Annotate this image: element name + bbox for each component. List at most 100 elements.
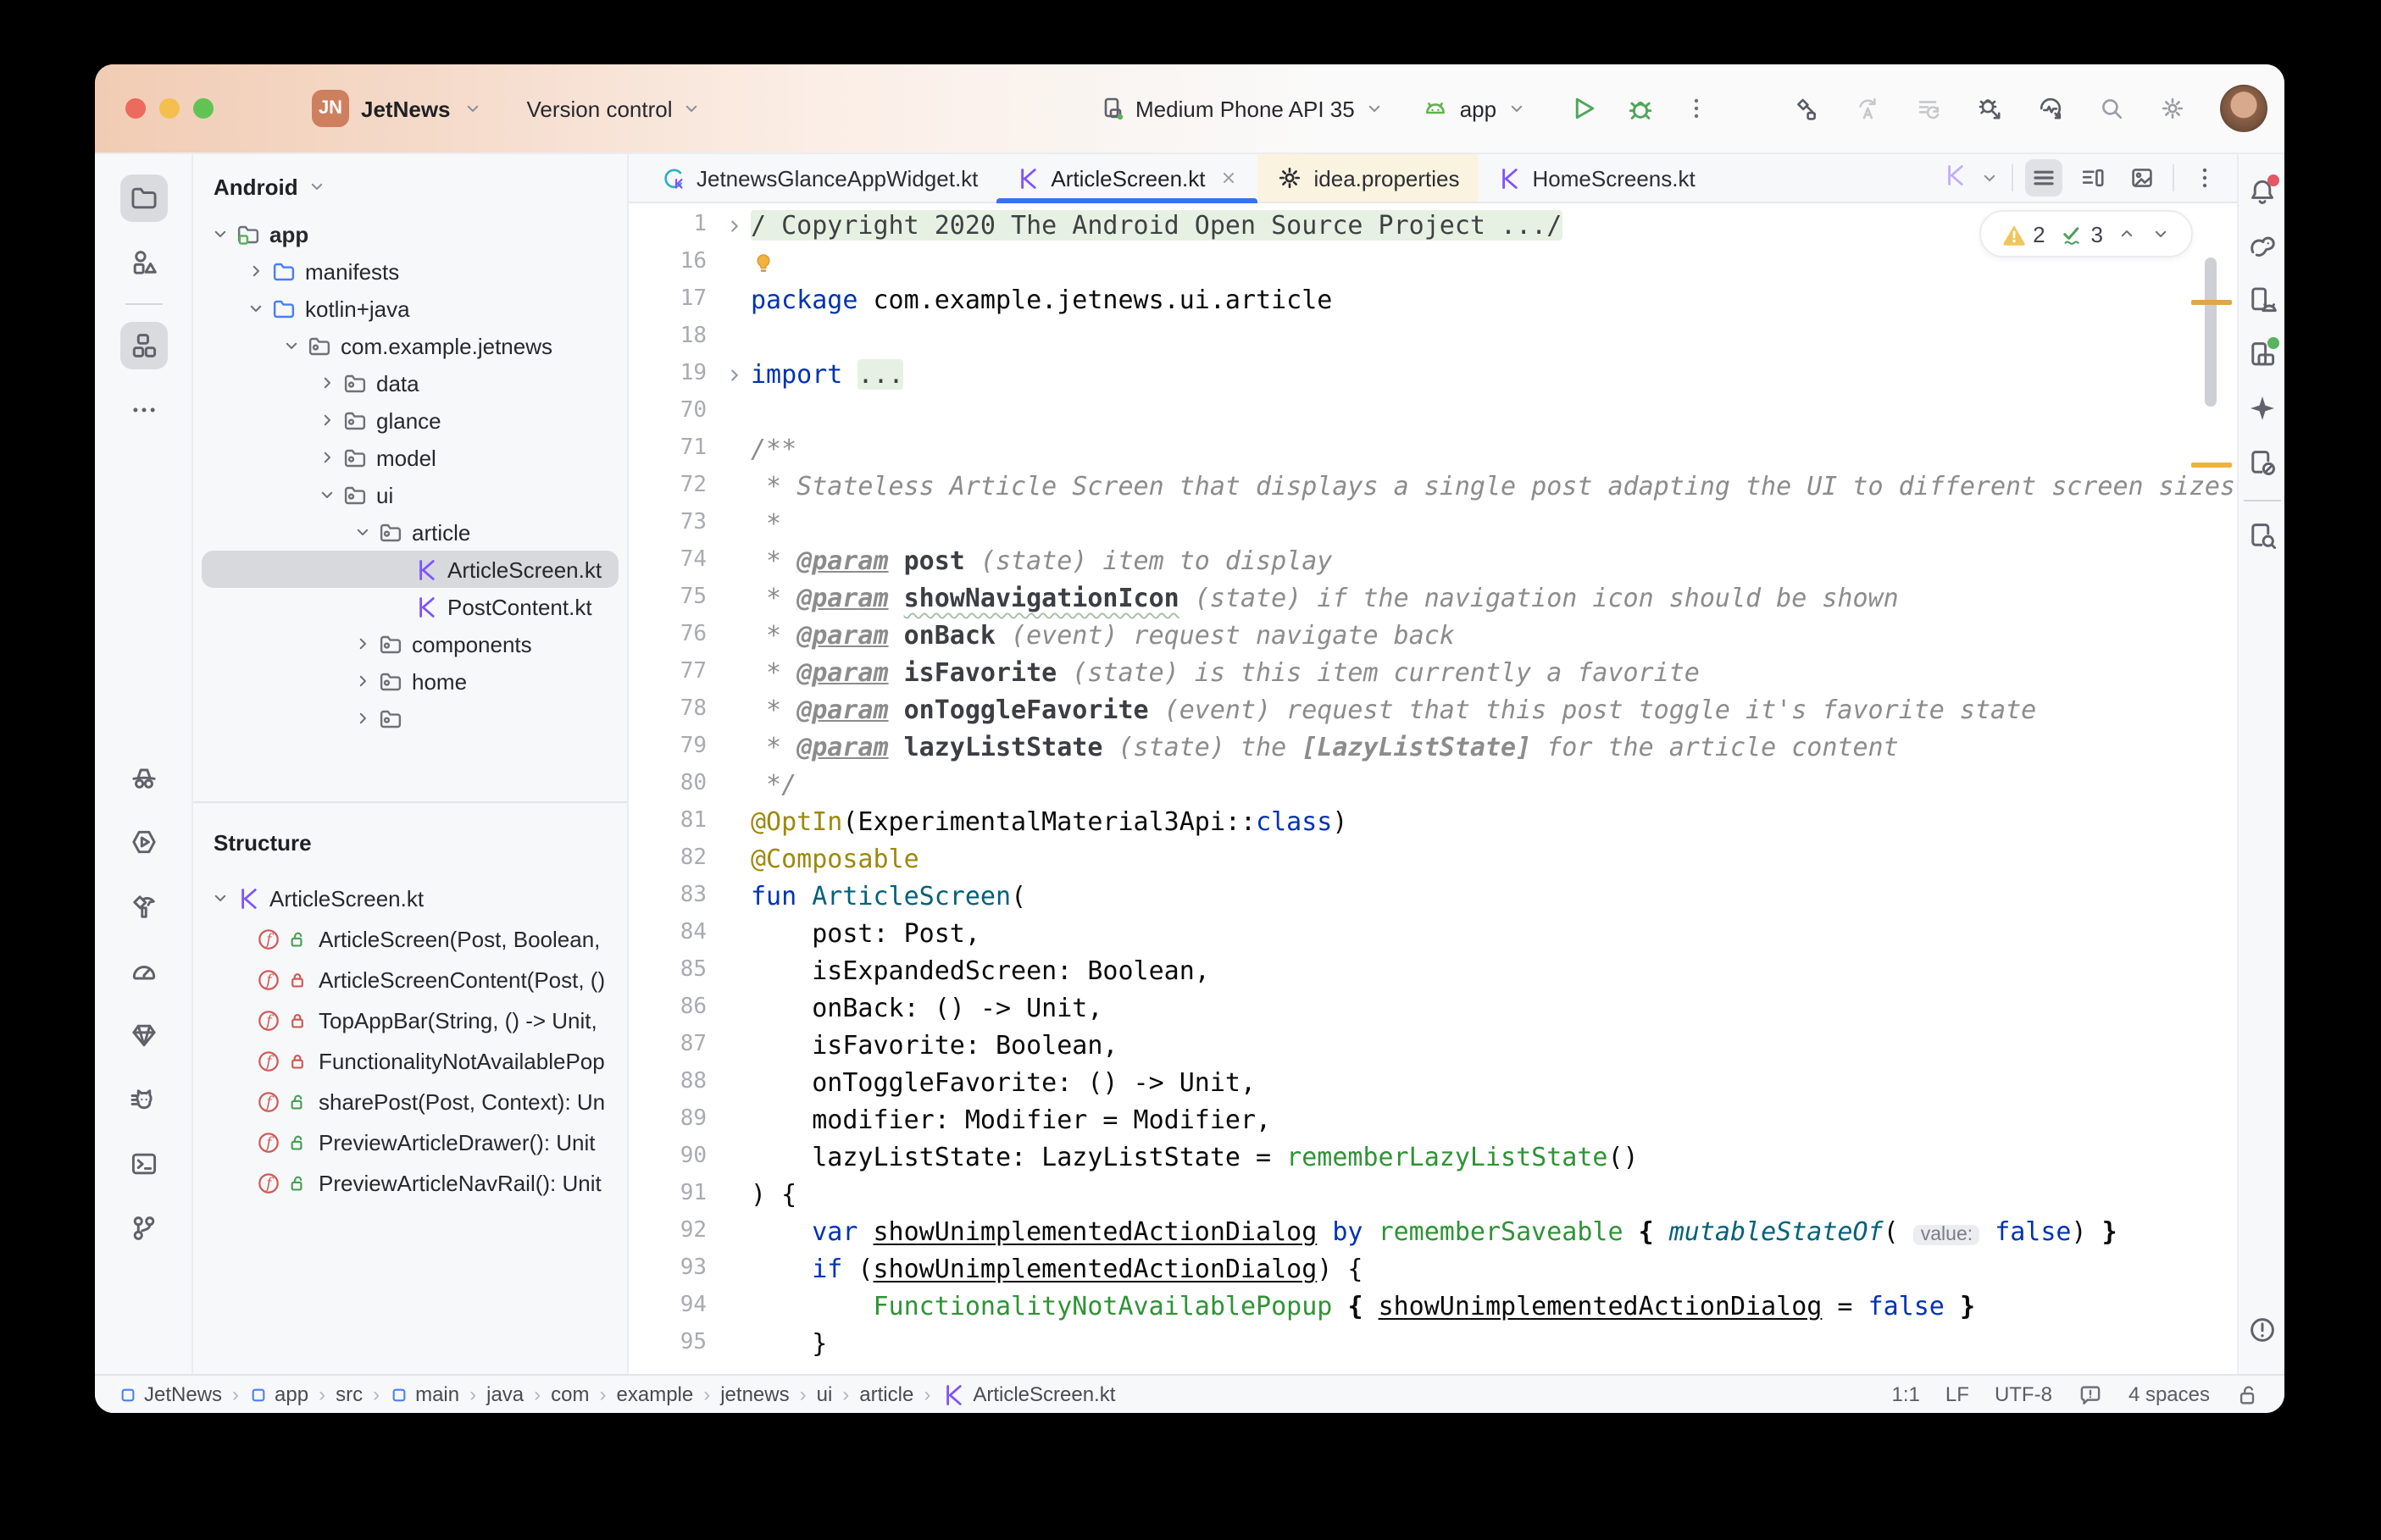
tree-item-data[interactable]: data xyxy=(202,364,619,402)
breadcrumb-item[interactable]: article xyxy=(859,1382,913,1406)
chevron-right-icon[interactable] xyxy=(242,261,269,281)
breadcrumb-item[interactable]: example xyxy=(617,1382,694,1406)
code-line[interactable]: 94 FunctionalityNotAvailablePopup { show… xyxy=(629,1288,2237,1325)
tree-item-kotlin-java[interactable]: kotlin+java xyxy=(202,290,619,327)
fold-chevron-icon[interactable] xyxy=(724,365,743,384)
tab-list-dropdown[interactable] xyxy=(1979,168,2000,188)
tree-item-com-example-jetnews[interactable]: com.example.jetnews xyxy=(202,327,619,364)
editor-more-button[interactable] xyxy=(2186,159,2223,197)
device-search-button[interactable] xyxy=(2241,515,2282,556)
device-selector[interactable]: Medium Phone API 35 xyxy=(1098,95,1385,122)
code-line[interactable]: 92 var showUnimplementedActionDialog by … xyxy=(629,1213,2237,1250)
view-design-button[interactable] xyxy=(2123,159,2161,197)
code-line[interactable]: 82 @Composable xyxy=(629,840,2237,878)
code-line[interactable]: 95 } xyxy=(629,1325,2237,1362)
notification-bubble-icon[interactable] xyxy=(2078,1382,2103,1407)
tree-item-model[interactable]: model xyxy=(202,439,619,476)
settings-gear-icon[interactable] xyxy=(2159,95,2186,122)
search-icon[interactable] xyxy=(2098,95,2125,122)
code-line[interactable]: 93 if (showUnimplementedActionDialog) { xyxy=(629,1250,2237,1288)
code-line[interactable]: 90 lazyListState: LazyListState = rememb… xyxy=(629,1138,2237,1176)
tab-jetnewsglanceappwidget-kt[interactable]: JetnewsGlanceAppWidget.kt xyxy=(642,154,996,202)
structure-item[interactable]: f sharePost(Post, Context): Un xyxy=(193,1081,627,1122)
code-line[interactable]: 17 package com.example.jetnews.ui.articl… xyxy=(629,281,2237,319)
gradle-button[interactable] xyxy=(2241,225,2282,266)
list-sync-icon[interactable] xyxy=(1915,95,1942,122)
code-line[interactable]: 74 * @param post (state) item to display xyxy=(629,542,2237,579)
attach-debugger-icon[interactable] xyxy=(1976,95,2003,122)
code-line[interactable]: 85 isExpandedScreen: Boolean, xyxy=(629,952,2237,989)
view-split-button[interactable] xyxy=(2074,159,2112,197)
tree-item-components[interactable]: components xyxy=(202,625,619,662)
debug-button[interactable] xyxy=(1625,93,1656,124)
redo-action-icon[interactable] xyxy=(1854,95,1881,122)
code-line[interactable]: 19 import ... xyxy=(629,356,2237,393)
tab-articlescreen-kt[interactable]: ArticleScreen.kt xyxy=(996,154,1257,202)
hexagon-play-button[interactable] xyxy=(119,818,167,866)
close-window-button[interactable] xyxy=(125,98,146,119)
chevron-down-icon[interactable] xyxy=(278,335,305,356)
code-line[interactable]: 72 * Stateless Article Screen that displ… xyxy=(629,468,2237,505)
inspection-widget[interactable]: 2 3 xyxy=(1979,210,2193,258)
structure-item[interactable]: f ArticleScreen(Post, Boolean, xyxy=(193,918,627,959)
tree-item-home[interactable]: home xyxy=(202,662,619,700)
caret-position[interactable]: 1:1 xyxy=(1892,1382,1920,1406)
breadcrumb-item[interactable]: JetNews xyxy=(119,1382,222,1406)
code-line[interactable]: 76 * @param onBack (event) request navig… xyxy=(629,617,2237,654)
prev-problem-button[interactable] xyxy=(2117,224,2137,244)
structure-item[interactable]: f PreviewArticleNavRail(): Unit xyxy=(193,1162,627,1203)
device-manager-button[interactable] xyxy=(2241,280,2282,320)
indent-setting[interactable]: 4 spaces xyxy=(2128,1382,2210,1406)
breadcrumb-item[interactable]: app xyxy=(249,1382,308,1406)
chevron-right-icon[interactable] xyxy=(314,373,341,393)
running-devices-button[interactable] xyxy=(2241,334,2282,374)
chevron-right-icon[interactable] xyxy=(349,634,376,654)
tree-item-app[interactable]: app xyxy=(202,215,619,252)
notifications-bell-button[interactable] xyxy=(2241,171,2282,212)
chevron-down-icon[interactable] xyxy=(207,888,234,908)
code-line[interactable]: 77 * @param isFavorite (state) is this i… xyxy=(629,654,2237,691)
code-line[interactable]: 79 * @param lazyListState (state) the [L… xyxy=(629,728,2237,766)
code-line[interactable]: 18 xyxy=(629,319,2237,356)
tab-idea-properties[interactable]: idea.properties xyxy=(1258,154,1479,202)
view-code-button[interactable] xyxy=(2025,159,2062,197)
resource-manager-button[interactable] xyxy=(119,239,167,286)
gem-button[interactable] xyxy=(119,1011,167,1059)
breadcrumb-item[interactable]: main xyxy=(390,1382,459,1406)
structure-item[interactable]: f ArticleScreenContent(Post, () xyxy=(193,959,627,1000)
profiler-icon[interactable] xyxy=(2037,95,2064,122)
structure-item[interactable]: f PreviewArticleDrawer(): Unit xyxy=(193,1122,627,1162)
code-line[interactable]: 70 xyxy=(629,393,2237,430)
terminal-button[interactable] xyxy=(119,1140,167,1188)
version-control-menu[interactable]: Version control xyxy=(527,96,702,121)
code-line[interactable]: 83 fun ArticleScreen( xyxy=(629,878,2237,915)
git-branch-button[interactable] xyxy=(119,1205,167,1252)
code-line[interactable]: 89 modifier: Modifier = Modifier, xyxy=(629,1101,2237,1138)
code-line[interactable]: 87 isFavorite: Boolean, xyxy=(629,1027,2237,1064)
logcat-cat-button[interactable] xyxy=(119,1076,167,1123)
more-run-options-button[interactable] xyxy=(1683,95,1710,122)
tree-item-glance[interactable]: glance xyxy=(202,402,619,439)
breadcrumb-item[interactable]: ArticleScreen.kt xyxy=(941,1382,1115,1407)
chevron-right-icon[interactable] xyxy=(314,410,341,430)
fold-chevron-icon[interactable] xyxy=(724,216,743,235)
run-button[interactable] xyxy=(1568,93,1598,124)
code-line[interactable]: 71 /** xyxy=(629,430,2237,468)
tab-homescreens-kt[interactable]: HomeScreens.kt xyxy=(1479,154,1714,202)
chevron-right-icon[interactable] xyxy=(349,708,376,728)
code-line[interactable]: 73 * xyxy=(629,505,2237,542)
structure-root[interactable]: ArticleScreen.kt xyxy=(193,878,627,918)
tree-item-ui[interactable]: ui xyxy=(202,476,619,513)
chevron-right-icon[interactable] xyxy=(349,671,376,691)
chevron-down-icon[interactable] xyxy=(314,485,341,505)
code-line[interactable]: 88 onToggleFavorite: () -> Unit, xyxy=(629,1064,2237,1101)
tree-item-postcontent-kt[interactable]: PostContent.kt xyxy=(202,588,619,625)
structure-squares-button[interactable] xyxy=(119,322,167,369)
project-view-selector[interactable]: Android xyxy=(193,154,627,208)
code-line[interactable]: 81 @OptIn(ExperimentalMaterial3Api::clas… xyxy=(629,803,2237,840)
breadcrumb-item[interactable]: src xyxy=(336,1382,363,1406)
tree-item-articlescreen-kt[interactable]: ArticleScreen.kt xyxy=(202,551,619,588)
device-link-button[interactable] xyxy=(2241,442,2282,483)
chevron-down-icon[interactable] xyxy=(349,522,376,542)
problems-button[interactable] xyxy=(2241,1310,2282,1350)
